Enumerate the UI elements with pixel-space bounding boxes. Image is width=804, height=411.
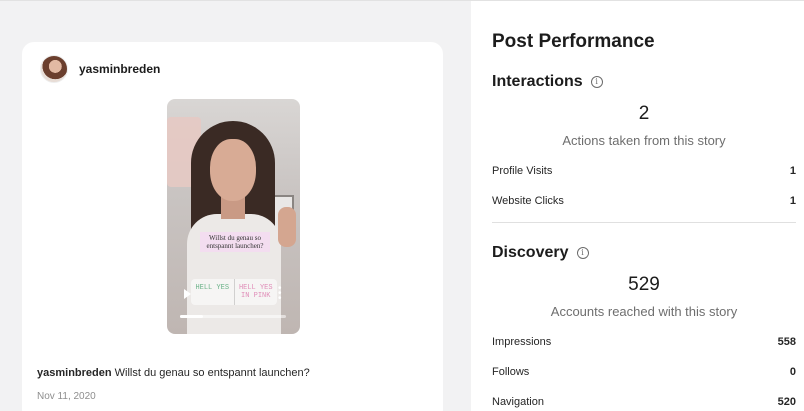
metric-value: 1 — [789, 165, 796, 177]
post-header: yasminbreden — [40, 55, 160, 83]
metric-label: Follows — [492, 366, 530, 378]
poll-option-pink: HELL YES IN PINK — [233, 279, 278, 305]
metric-row-profile-visits: Profile Visits 1 — [492, 165, 796, 177]
info-icon[interactable]: i — [590, 76, 603, 88]
interactions-heading-label: Interactions — [492, 73, 583, 90]
person-hand — [278, 207, 296, 247]
poll-option-yes: HELL YES — [195, 284, 230, 292]
metric-value: 0 — [789, 366, 796, 378]
metric-row-follows: Follows 0 — [492, 366, 796, 378]
discovery-total-label: Accounts reached with this story — [550, 304, 738, 319]
metric-value: 1 — [789, 195, 796, 207]
caption-username[interactable]: yasminbreden — [37, 367, 112, 379]
section-divider — [492, 222, 796, 223]
discovery-heading: Discovery i — [492, 244, 589, 262]
post-caption: yasminbreden Willst du genau so entspann… — [37, 367, 310, 379]
performance-pane: Post Performance Interactions i 2 Action… — [471, 0, 804, 411]
metric-label: Website Clicks — [492, 195, 564, 207]
interactions-heading: Interactions i — [492, 73, 603, 91]
info-icon[interactable]: i — [576, 247, 589, 259]
progress-fill — [180, 315, 204, 318]
caption-text: Willst du genau so entspannt launchen? — [114, 367, 310, 379]
progress-bar[interactable] — [180, 315, 286, 318]
poll-sticker: HELL YES HELL YES IN PINK — [191, 279, 277, 305]
page-title: Post Performance — [492, 31, 655, 52]
interactions-total: 2 — [638, 103, 650, 124]
interactions-total-label: Actions taken from this story — [562, 133, 726, 148]
discovery-heading-label: Discovery — [492, 244, 569, 261]
post-card: yasminbreden Willst du genau so entspann… — [22, 42, 443, 411]
metric-label: Impressions — [492, 336, 552, 348]
metric-value: 520 — [777, 396, 796, 408]
more-vertical-icon[interactable]: • • • — [278, 284, 282, 304]
metric-value: 558 — [777, 336, 796, 348]
person-face — [210, 139, 256, 201]
avatar[interactable] — [40, 55, 68, 83]
discovery-total: 529 — [628, 274, 660, 295]
post-date: Nov 11, 2020 — [37, 391, 96, 402]
story-thumbnail[interactable]: Willst du genau so entspannt launchen? H… — [167, 99, 300, 334]
metric-row-navigation: Navigation 520 — [492, 396, 796, 408]
metric-label: Profile Visits — [492, 165, 553, 177]
metric-label: Navigation — [492, 396, 544, 408]
question-sticker: Willst du genau so entspannt launchen? — [200, 232, 270, 252]
metric-row-website-clicks: Website Clicks 1 — [492, 195, 796, 207]
metric-row-impressions: Impressions 558 — [492, 336, 796, 348]
play-icon[interactable] — [184, 289, 191, 299]
post-preview-pane: yasminbreden Willst du genau so entspann… — [0, 0, 471, 411]
username[interactable]: yasminbreden — [79, 62, 160, 76]
